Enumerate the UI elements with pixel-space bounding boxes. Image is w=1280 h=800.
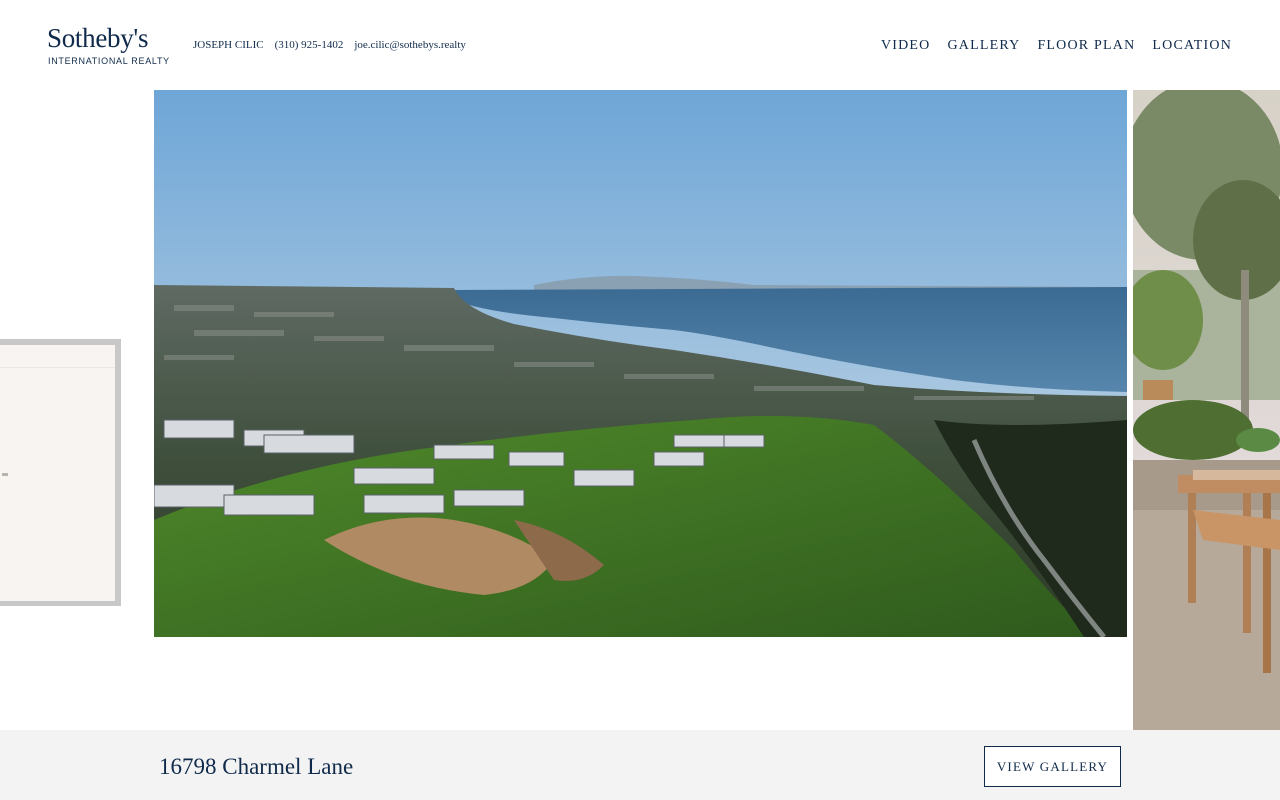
prev-slide-panel bbox=[0, 345, 115, 601]
carousel-next-slide[interactable] bbox=[1133, 90, 1280, 730]
agent-contact: JOSEPH CILIC (310) 925-1402 joe.cilic@so… bbox=[193, 39, 466, 51]
listing-footer-bar: 16798 Charmel Lane VIEW GALLERY bbox=[0, 730, 1280, 800]
prev-slide-text-fragment bbox=[2, 473, 8, 476]
sothebys-logo[interactable]: Sotheby's INTERNATIONAL REALTY bbox=[47, 22, 170, 68]
nav-video[interactable]: VIDEO bbox=[881, 38, 931, 54]
nav-floor-plan[interactable]: FLOOR PLAN bbox=[1037, 38, 1135, 54]
prev-slide-divider bbox=[0, 367, 115, 368]
listing-address: 16798 Charmel Lane bbox=[159, 754, 354, 779]
patio-photo-image bbox=[1133, 90, 1280, 730]
logo-tagline: INTERNATIONAL REALTY bbox=[48, 56, 170, 66]
agent-phone[interactable]: (310) 925-1402 bbox=[275, 39, 344, 51]
agent-email[interactable]: joe.cilic@sothebys.realty bbox=[354, 39, 466, 51]
hero-aerial-photo[interactable] bbox=[154, 90, 1127, 637]
aerial-ocean-view-image bbox=[154, 90, 1127, 637]
nav-gallery[interactable]: GALLERY bbox=[947, 38, 1020, 54]
site-header: Sotheby's INTERNATIONAL REALTY JOSEPH CI… bbox=[0, 0, 1280, 90]
carousel-prev-slide[interactable] bbox=[0, 339, 121, 606]
logo-wordmark: Sotheby's bbox=[47, 23, 149, 53]
view-gallery-button[interactable]: VIEW GALLERY bbox=[984, 746, 1121, 787]
main-nav: VIDEO GALLERY FLOOR PLAN LOCATION bbox=[881, 38, 1232, 54]
nav-location[interactable]: LOCATION bbox=[1152, 38, 1232, 54]
agent-name: JOSEPH CILIC bbox=[193, 39, 264, 51]
